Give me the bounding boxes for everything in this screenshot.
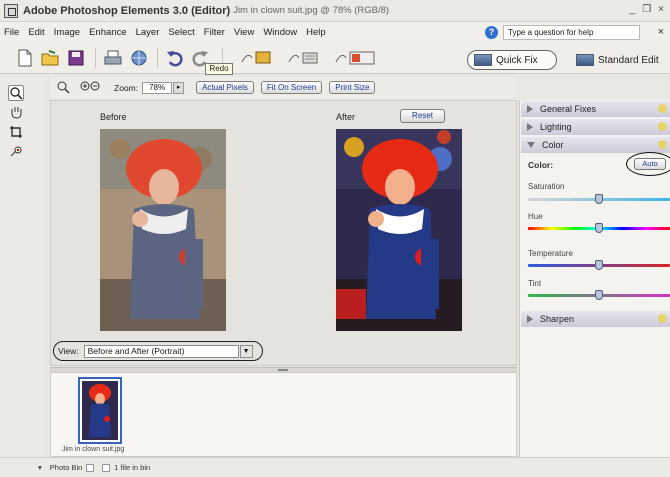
menu-help[interactable]: Help [306,27,326,38]
close-window-button[interactable]: × [658,4,664,15]
menu-enhance[interactable]: Enhance [89,27,127,38]
color-label: Color: [528,160,554,170]
menu-file[interactable]: File [4,27,19,38]
menu-edit[interactable]: Edit [28,27,44,38]
menu-select[interactable]: Select [168,27,194,38]
sharpen-header[interactable]: Sharpen [521,311,670,327]
sharpen-label: Sharpen [540,314,575,324]
redo-tooltip: Redo [205,63,233,75]
chevron-down-icon[interactable]: ▼ [239,344,253,358]
menu-image[interactable]: Image [54,27,80,38]
window-controls: _ ❒ × [630,4,664,15]
after-photo[interactable] [336,129,462,331]
standard-edit-icon [576,54,594,66]
zoom-in-out-icons[interactable] [80,80,102,96]
palette-options-icon [658,104,667,113]
expand-arrow-icon [527,315,533,323]
saturation-label: Saturation [528,182,565,191]
next-photo-icon[interactable] [102,463,111,472]
app-title: Adobe Photoshop Elements 3.0 (Editor) [23,4,231,17]
lighting-label: Lighting [540,122,572,132]
hue-label: Hue [528,212,543,221]
palette-options-icon [658,314,667,323]
file-count-label: 1 file in bin [114,463,151,472]
options-bar: Zoom: 78% ▸ Actual Pixels Fit On Screen … [50,77,515,98]
quick-fix-icon [474,54,492,66]
photo-thumbnail[interactable] [78,377,122,444]
close-document-button[interactable]: × [658,26,664,38]
quick-fix-tab[interactable]: Quick Fix [467,50,557,70]
title-bar: Adobe Photoshop Elements 3.0 (Editor) Ji… [0,0,670,22]
crop-tool-icon[interactable] [8,125,24,141]
menu-view[interactable]: View [234,27,254,38]
before-photo[interactable] [100,129,226,331]
zoom-in-icon[interactable] [56,80,70,96]
minimize-button[interactable]: _ [630,4,636,15]
zoom-label: Zoom: [114,82,139,93]
new-file-icon[interactable] [14,48,34,68]
tint-slider-thumb[interactable] [595,290,603,300]
standard-edit-label: Standard Edit [598,54,659,66]
actual-pixels-button[interactable]: Actual Pixels [196,81,254,94]
organize-icon[interactable] [285,48,321,68]
general-fixes-label: General Fixes [540,104,597,114]
before-label: Before [100,112,127,122]
auto-color-button[interactable]: Auto [634,158,666,170]
color-section-label: Color [542,140,564,150]
shortcuts-toolbar [0,42,670,74]
help-search: ? Type a question for help [485,25,640,40]
open-folder-icon[interactable] [40,48,60,68]
standard-edit-tab[interactable]: Standard Edit [574,50,666,70]
menu-layer[interactable]: Layer [136,27,160,38]
create-icon[interactable] [238,48,274,68]
online-services-icon[interactable] [129,48,149,68]
general-fixes-header[interactable]: General Fixes [521,101,670,117]
zoom-arrow-icon[interactable]: ▸ [173,81,185,94]
previous-photo-icon[interactable] [86,463,95,472]
quick-fix-label: Quick Fix [496,54,538,66]
palette-options-icon [658,122,667,131]
red-eye-tool-icon[interactable] [8,145,24,161]
temperature-slider-thumb[interactable] [595,260,603,270]
fit-on-screen-button[interactable]: Fit On Screen [260,81,323,94]
photo-bin-label[interactable]: Photo Bin [50,463,83,472]
zoom-input[interactable]: 78% [142,81,173,94]
help-search-input[interactable]: Type a question for help [503,25,640,40]
thumbnail-caption: Jim in clown suit.jpg [62,446,125,453]
undo-icon[interactable] [165,48,185,68]
expand-arrow-icon [527,123,533,131]
save-icon[interactable] [66,48,86,68]
tools-panel [0,77,46,457]
collapse-arrow-icon [527,142,535,148]
restore-button[interactable]: ❒ [642,4,651,15]
status-bar: ▾ Photo Bin 1 file in bin [0,457,670,477]
hand-tool-icon[interactable] [8,105,24,121]
saturation-slider-thumb[interactable] [595,194,603,204]
menu-window[interactable]: Window [263,27,297,38]
menu-filter[interactable]: Filter [204,27,225,38]
temperature-label: Temperature [528,249,573,258]
photoshop-elements-icon [4,3,18,18]
palette-options-icon [658,140,667,149]
after-label: After [336,112,356,122]
document-title: Jim in clown suit.jpg @ 78% (RGB/8) [233,5,390,16]
photo-browser-icon[interactable] [332,48,378,68]
lighting-header[interactable]: Lighting [521,119,670,135]
expand-arrow-icon [527,105,533,113]
help-icon: ? [485,26,498,39]
view-selector: View: Before and After (Portrait) ▼ [53,341,263,361]
photo-bin-toggle-icon[interactable]: ▾ [38,463,42,472]
view-dropdown[interactable]: Before and After (Portrait) [83,344,239,358]
print-size-button[interactable]: Print Size [329,81,376,94]
zoom-tool-icon[interactable] [8,85,24,101]
print-icon[interactable] [103,48,123,68]
color-header[interactable]: Color [521,137,670,153]
reset-button[interactable]: Reset [400,109,445,123]
tint-label: Tint [528,279,542,288]
view-label: View: [58,346,79,356]
hue-slider-thumb[interactable] [595,223,603,233]
